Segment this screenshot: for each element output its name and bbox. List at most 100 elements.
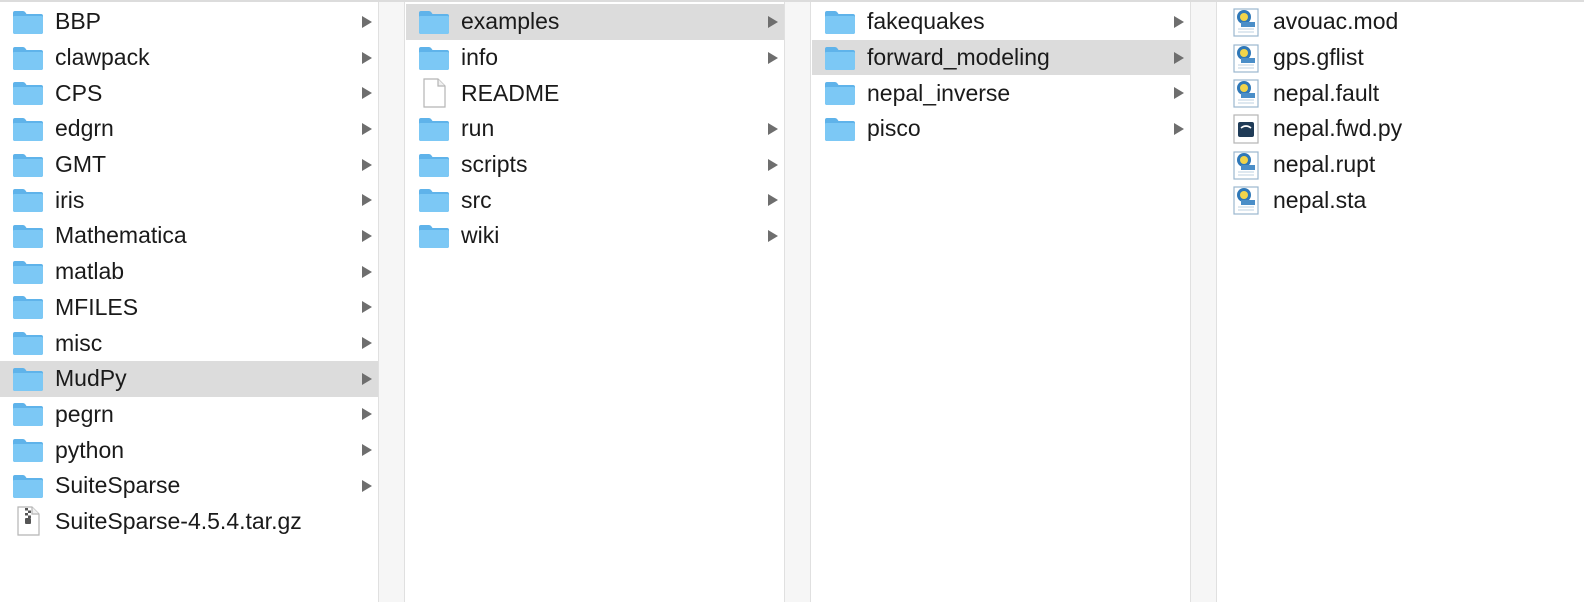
- item-name: nepal.rupt: [1273, 151, 1376, 178]
- item-name: pisco: [867, 115, 921, 142]
- folder-row[interactable]: matlab: [0, 254, 378, 290]
- column-divider[interactable]: [784, 2, 811, 602]
- folder-icon: [12, 472, 44, 500]
- disclosure-arrow-icon: [362, 479, 372, 492]
- item-name: pegrn: [55, 400, 114, 427]
- item-name: SuiteSparse-4.5.4.tar.gz: [55, 507, 302, 534]
- file-row[interactable]: nepal.fwd.py: [1218, 111, 1584, 147]
- folder-icon: [418, 186, 450, 214]
- folder-row[interactable]: BBP: [0, 4, 378, 40]
- item-name: nepal.fwd.py: [1273, 115, 1403, 142]
- item-name: SuiteSparse: [55, 472, 181, 499]
- text-file-icon: [1230, 186, 1262, 215]
- item-name: clawpack: [55, 44, 150, 71]
- folder-row[interactable]: nepal_inverse: [812, 75, 1190, 111]
- folder-row[interactable]: src: [406, 182, 784, 218]
- folder-row[interactable]: GMT: [0, 147, 378, 183]
- folder-row[interactable]: pisco: [812, 111, 1190, 147]
- disclosure-arrow-icon: [768, 229, 778, 242]
- folder-row[interactable]: Mathematica: [0, 218, 378, 254]
- column-divider[interactable]: [1190, 2, 1217, 602]
- disclosure-arrow-icon: [1174, 122, 1184, 135]
- disclosure-arrow-icon: [768, 158, 778, 171]
- item-name: MudPy: [55, 365, 127, 392]
- item-name: BBP: [55, 8, 102, 35]
- folder-row[interactable]: edgrn: [0, 111, 378, 147]
- text-file-icon: [1230, 150, 1262, 180]
- folder-row[interactable]: MudPy: [0, 360, 378, 397]
- folder-row[interactable]: CPS: [0, 75, 378, 111]
- folder-icon: [418, 151, 450, 179]
- file-row[interactable]: avouac.mod: [1218, 4, 1584, 40]
- disclosure-arrow-icon: [362, 122, 372, 135]
- item-name: edgrn: [55, 115, 114, 142]
- folder-icon: [12, 293, 44, 321]
- folder-row[interactable]: wiki: [406, 218, 784, 254]
- folder-icon: [824, 8, 856, 36]
- disclosure-arrow-icon: [362, 444, 372, 457]
- item-name: fakequakes: [867, 8, 985, 35]
- disclosure-arrow-icon: [362, 158, 372, 171]
- disclosure-arrow-icon: [362, 51, 372, 64]
- folder-icon: [824, 79, 856, 107]
- item-name: wiki: [461, 222, 500, 249]
- text-file-icon: [1230, 8, 1262, 37]
- disclosure-arrow-icon: [362, 372, 372, 385]
- folder-icon: [12, 329, 44, 357]
- item-name: iris: [55, 186, 85, 213]
- folder-row[interactable]: MFILES: [0, 290, 378, 326]
- file-row[interactable]: nepal.sta: [1218, 182, 1584, 218]
- folder-row[interactable]: forward_modeling: [812, 39, 1190, 76]
- folder-icon: [418, 115, 450, 143]
- disclosure-arrow-icon: [362, 337, 372, 350]
- folder-row[interactable]: pegrn: [0, 397, 378, 433]
- file-row[interactable]: nepal.fault: [1218, 75, 1584, 111]
- folder-icon: [12, 222, 44, 250]
- folder-row[interactable]: python: [0, 432, 378, 468]
- column-2[interactable]: examples info README run scripts src wiki: [406, 4, 784, 602]
- folder-row[interactable]: misc: [0, 325, 378, 361]
- disclosure-arrow-icon: [362, 194, 372, 207]
- disclosure-arrow-icon: [362, 408, 372, 421]
- document-icon: [418, 78, 450, 108]
- folder-row[interactable]: scripts: [406, 147, 784, 183]
- folder-row[interactable]: info: [406, 40, 784, 76]
- folder-icon: [12, 79, 44, 107]
- text-file-icon: [1230, 79, 1262, 108]
- file-row[interactable]: SuiteSparse-4.5.4.tar.gz: [0, 504, 378, 540]
- item-name: forward_modeling: [867, 44, 1050, 71]
- folder-icon: [12, 8, 44, 36]
- item-name: nepal.sta: [1273, 186, 1367, 213]
- disclosure-arrow-icon: [362, 15, 372, 28]
- item-name: nepal.fault: [1273, 79, 1380, 106]
- column-3[interactable]: fakequakes forward_modeling nepal_inversep…: [812, 4, 1190, 602]
- item-name: avouac.mod: [1273, 8, 1399, 35]
- folder-row[interactable]: SuiteSparse: [0, 468, 378, 504]
- column-4[interactable]: avouac.mod gps.gflist nepal.fault nepal.fwd…: [1218, 4, 1584, 602]
- file-row[interactable]: README: [406, 75, 784, 111]
- item-name: misc: [55, 329, 103, 356]
- item-name: python: [55, 436, 125, 463]
- column-1[interactable]: BBP clawpack CPS edgrn GMT iris Mathematica mat…: [0, 4, 378, 602]
- folder-row[interactable]: clawpack: [0, 40, 378, 76]
- folder-icon: [418, 222, 450, 250]
- item-name: Mathematica: [55, 222, 187, 249]
- file-row[interactable]: gps.gflist: [1218, 40, 1584, 76]
- item-name: examples: [461, 8, 560, 35]
- file-row[interactable]: nepal.rupt: [1218, 147, 1584, 183]
- item-name: scripts: [461, 151, 528, 178]
- item-name: CPS: [55, 79, 103, 106]
- disclosure-arrow-icon: [768, 194, 778, 207]
- folder-row[interactable]: run: [406, 111, 784, 147]
- python-file-icon: [1230, 114, 1262, 144]
- folder-icon: [418, 44, 450, 72]
- disclosure-arrow-icon: [768, 51, 778, 64]
- folder-row[interactable]: fakequakes: [812, 4, 1190, 40]
- disclosure-arrow-icon: [1174, 15, 1184, 28]
- disclosure-arrow-icon: [362, 301, 372, 314]
- archive-icon: [12, 506, 44, 537]
- folder-row[interactable]: examples: [406, 4, 784, 40]
- folder-row[interactable]: iris: [0, 182, 378, 218]
- column-divider[interactable]: [378, 2, 405, 602]
- folder-icon: [12, 365, 44, 393]
